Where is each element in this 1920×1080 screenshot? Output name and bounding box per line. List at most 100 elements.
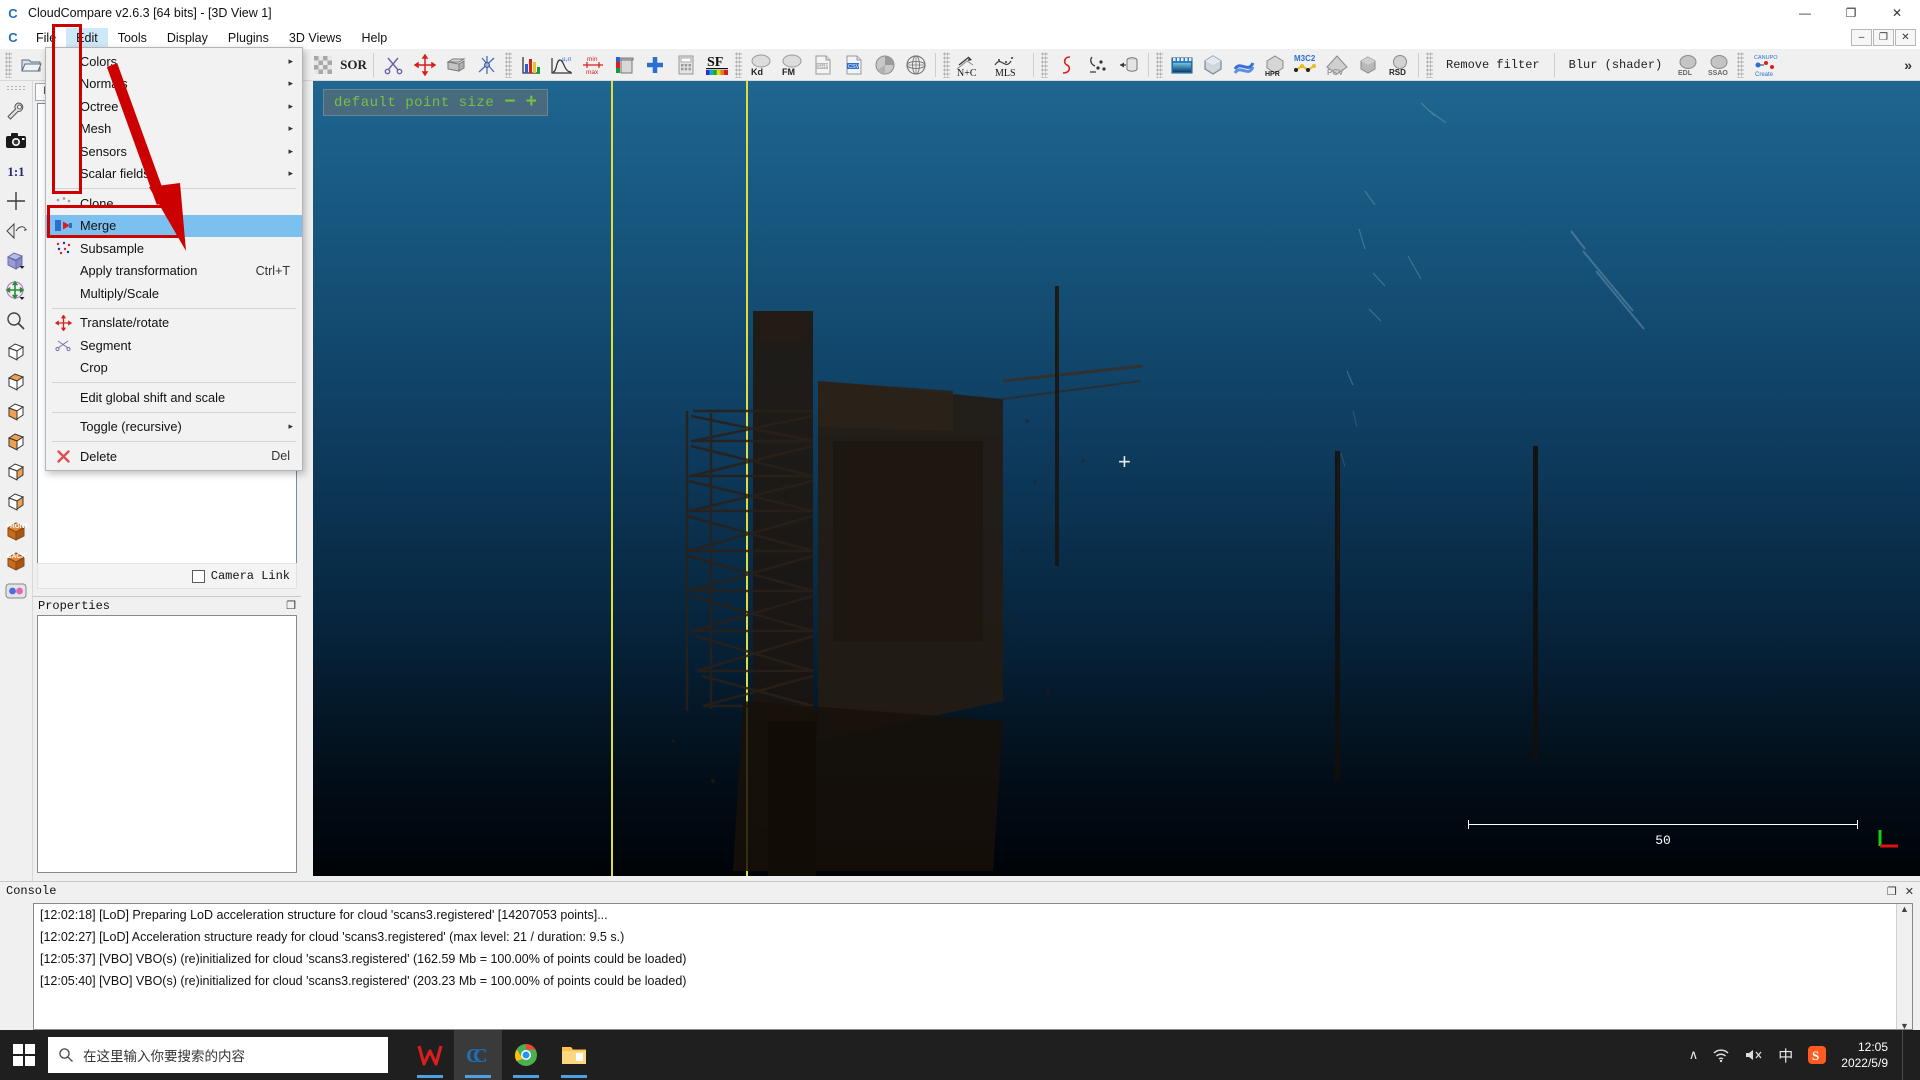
view-iso2-icon[interactable] [1, 486, 31, 516]
toolbar-grip-3[interactable] [505, 52, 512, 78]
sor-filter-icon[interactable]: SOR [338, 50, 369, 79]
properties-body[interactable] [37, 615, 297, 873]
view-front-icon[interactable]: FRONT [1, 516, 31, 546]
camera-link-checkbox[interactable] [192, 570, 205, 583]
menu-item-apply-transformation[interactable]: Apply transformation Ctrl+T [46, 260, 302, 283]
translate-rotate-icon[interactable] [409, 50, 440, 79]
start-button[interactable] [0, 1030, 48, 1080]
menu-item-edit-global-shift-and-scale[interactable]: Edit global shift and scale [46, 386, 302, 409]
unroll-icon[interactable] [1113, 50, 1144, 79]
remove-filter-button[interactable]: Remove filter [1436, 52, 1550, 78]
rsd-icon[interactable]: RSD [1383, 50, 1414, 79]
menu-tools[interactable]: Tools [108, 28, 157, 48]
view-top-icon[interactable] [1, 336, 31, 366]
properties-float-icon[interactable]: ❐ [286, 599, 296, 612]
toolbar-grip-8[interactable] [1426, 52, 1433, 78]
sogou-input-icon[interactable]: S [1807, 1045, 1827, 1065]
show-desktop-button[interactable] [1902, 1030, 1908, 1080]
menu-item-segment[interactable]: Segment [46, 334, 302, 357]
view-toolbar-grip[interactable] [6, 85, 26, 92]
gaussian-filter-icon[interactable]: μ,σ [546, 50, 577, 79]
taskbar-search-box[interactable]: 在这里输入你要搜索的内容 [48, 1037, 388, 1073]
viewing-mode-icon[interactable] [1, 246, 31, 276]
view-back-icon[interactable]: BACK [1, 546, 31, 576]
console-scroll-up-arrow[interactable]: ▲ [1900, 904, 1909, 914]
ransac-icon[interactable] [1228, 50, 1259, 79]
fit-sphere-icon[interactable] [900, 50, 931, 79]
toolbar-grip-7[interactable] [1156, 52, 1163, 78]
animation-icon[interactable] [1166, 50, 1197, 79]
delete-scalar-field-icon[interactable] [608, 50, 639, 79]
toolbar-overflow-button[interactable]: » [1896, 57, 1920, 73]
menu-plugins[interactable]: Plugins [218, 28, 279, 48]
zoom-icon[interactable] [1, 306, 31, 336]
menu-item-clone[interactable]: Clone [46, 192, 302, 215]
crop-box-icon[interactable] [440, 50, 471, 79]
toolbar-grip[interactable] [5, 52, 12, 78]
mdi-close-button[interactable]: ✕ [1895, 29, 1916, 46]
menu-item-colors[interactable]: Colors ▸ [46, 50, 302, 73]
ime-indicator[interactable]: 中 [1778, 1045, 1793, 1066]
menu-item-normals[interactable]: Normals ▸ [46, 73, 302, 96]
view-bottom-icon[interactable] [1, 366, 31, 396]
edit-dropdown-menu[interactable]: Colors ▸ Normals ▸ Octree ▸ Mesh ▸ Senso… [45, 47, 303, 471]
mls-smoothing-icon[interactable]: MLS [991, 50, 1029, 79]
menu-item-merge[interactable]: Merge [46, 215, 302, 238]
window-restore-button[interactable]: ❐ [1828, 0, 1874, 26]
camera-snapshot-icon[interactable] [1, 126, 31, 156]
menu-edit[interactable]: Edit [66, 28, 108, 48]
global-zoom-tool-icon[interactable] [1, 96, 31, 126]
menu-item-crop[interactable]: Crop [46, 357, 302, 380]
volume-muted-icon[interactable] [1744, 1047, 1764, 1063]
menu-item-subsample[interactable]: Subsample [46, 237, 302, 260]
toggle-perspective-icon[interactable] [1, 216, 31, 246]
3d-view[interactable]: default point size − + + 50 [313, 81, 1920, 876]
m3c2-icon[interactable]: M3C2 [1290, 50, 1321, 79]
stereo-mode-icon[interactable] [1, 576, 31, 606]
view-left-icon[interactable] [1, 396, 31, 426]
menu-file[interactable]: File [26, 28, 66, 48]
hpr-icon[interactable]: HPR [1259, 50, 1290, 79]
sf-minmax-icon[interactable]: min max [577, 50, 608, 79]
pcv-icon[interactable]: PCV [1321, 50, 1352, 79]
mdi-minimize-button[interactable]: – [1851, 29, 1872, 46]
kdtree-icon[interactable]: Kd [745, 50, 776, 79]
poisson-recon-icon[interactable] [1352, 50, 1383, 79]
toolbar-grip-4[interactable] [735, 52, 742, 78]
point-size-increase-button[interactable]: + [526, 93, 537, 112]
qhull-icon[interactable] [1197, 50, 1228, 79]
point-picking-icon[interactable] [471, 50, 502, 79]
menu-item-translate-rotate[interactable]: Translate/rotate [46, 312, 302, 335]
histogram-icon[interactable] [515, 50, 546, 79]
menu-help[interactable]: Help [351, 28, 397, 48]
sf-arithmetic-icon[interactable] [670, 50, 701, 79]
segment-scissors-icon[interactable] [378, 50, 409, 79]
menu-item-scalar-fields[interactable]: Scalar fields ▸ [46, 163, 302, 186]
sf-color-scale-icon[interactable]: SF [701, 50, 732, 79]
console-close-icon[interactable]: ✕ [1905, 885, 1914, 898]
open-file-icon[interactable] [15, 50, 46, 79]
export-shp-icon[interactable]: SHP [807, 50, 838, 79]
default-point-size-widget[interactable]: default point size − + [323, 89, 548, 116]
fit-plane-icon[interactable] [869, 50, 900, 79]
console-scroll-down-arrow[interactable]: ▼ [1900, 1021, 1909, 1030]
console-scrollbar[interactable]: ▲ ▼ [1896, 904, 1912, 1030]
chrome-taskbar-icon[interactable] [502, 1030, 550, 1080]
menu-item-mesh[interactable]: Mesh ▸ [46, 118, 302, 141]
view-iso1-icon[interactable] [1, 456, 31, 486]
add-scalar-field-icon[interactable] [639, 50, 670, 79]
menu-item-sensors[interactable]: Sensors ▸ [46, 140, 302, 163]
file-explorer-taskbar-icon[interactable] [550, 1030, 598, 1080]
blur-shader-button[interactable]: Blur (shader) [1559, 52, 1673, 78]
toolbar-grip-5[interactable] [943, 52, 950, 78]
menu-item-octree[interactable]: Octree ▸ [46, 95, 302, 118]
menu-display[interactable]: Display [157, 28, 218, 48]
view-right-icon[interactable] [1, 426, 31, 456]
menu-item-delete[interactable]: Delete Del [46, 445, 302, 468]
fit-model-icon[interactable]: FM [776, 50, 807, 79]
toolbar-grip-9[interactable] [1737, 52, 1744, 78]
curvature-icon[interactable] [1082, 50, 1113, 79]
export-csv-icon[interactable]: CSV [838, 50, 869, 79]
menu-3d-views[interactable]: 3D Views [279, 28, 352, 48]
console-output[interactable]: [12:02:18] [LoD] Preparing LoD accelerat… [33, 903, 1913, 1030]
